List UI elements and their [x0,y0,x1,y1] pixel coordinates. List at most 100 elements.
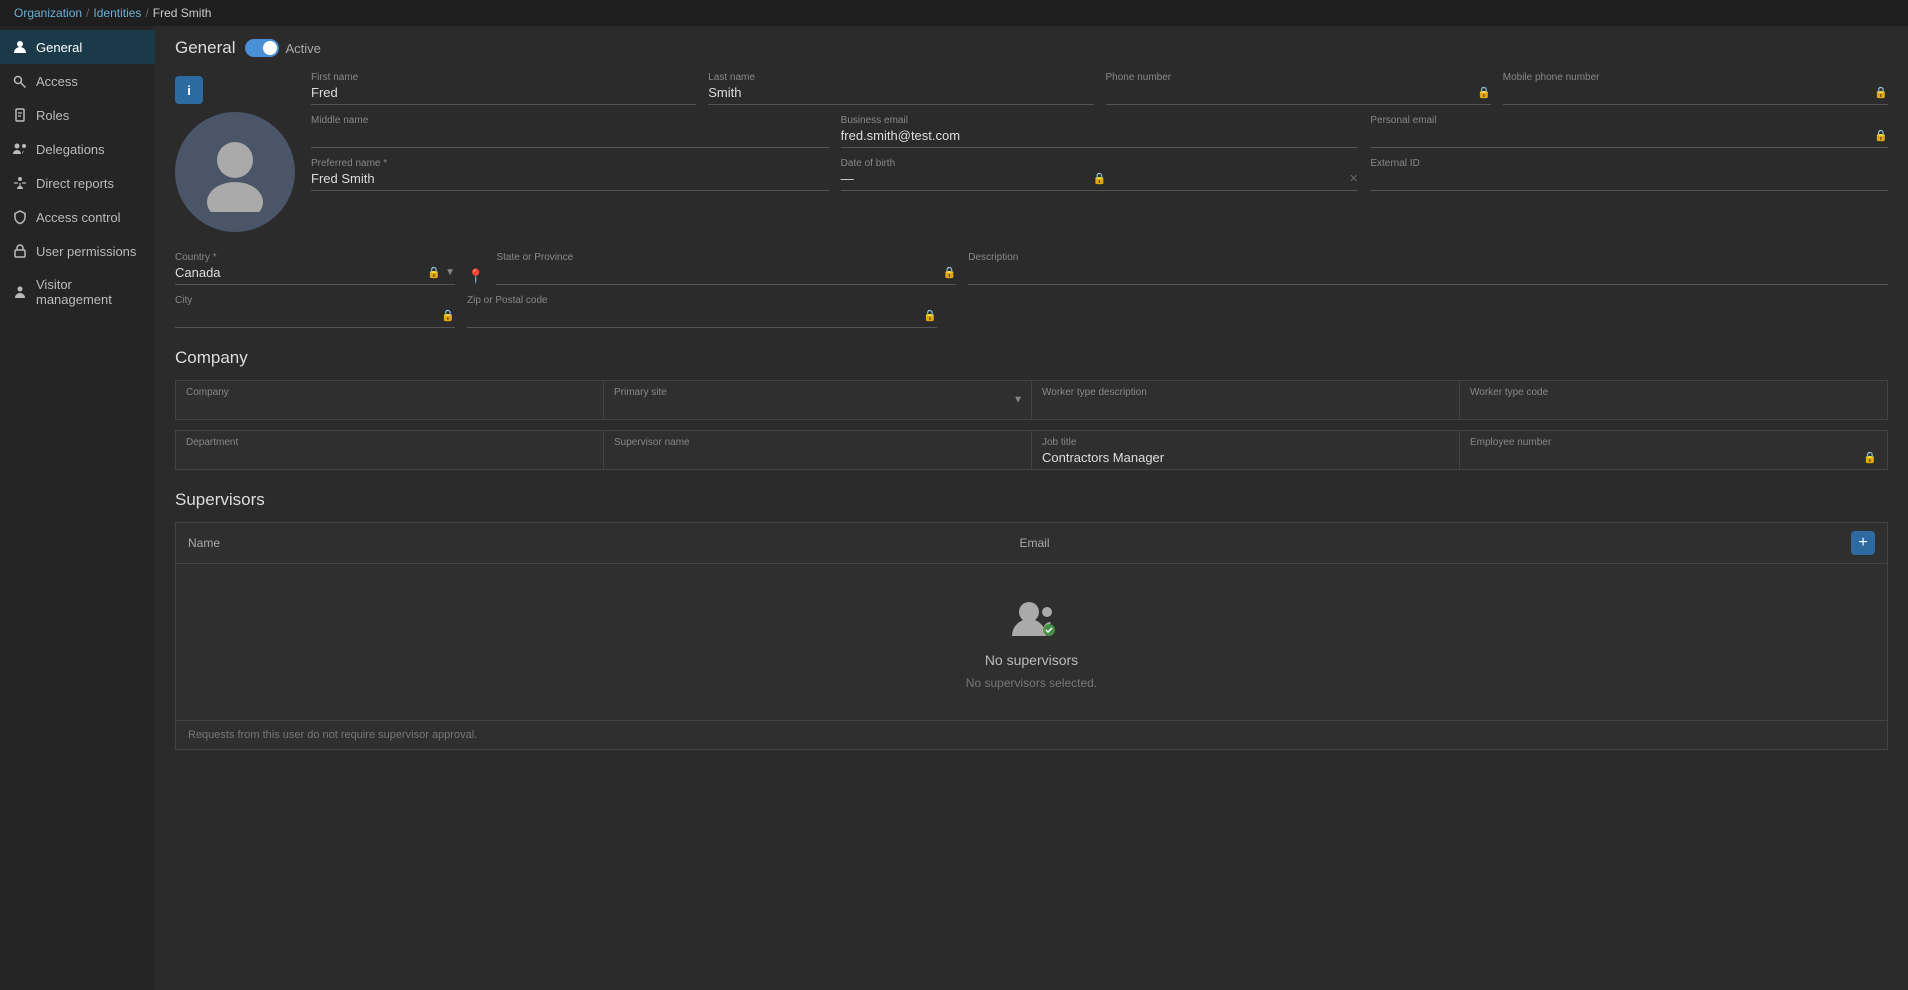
first-name-label: First name [311,72,696,83]
personal-email-input[interactable] [1370,128,1874,143]
primary-site-label: Primary site [614,387,1021,398]
info-button[interactable]: i [175,76,203,104]
company-section: Company Company Primary site ▼ Worker ty… [175,348,1888,470]
supervisors-header: Name Email + [176,523,1887,564]
supervisors-empty-state: No supervisors No supervisors selected. [176,564,1887,720]
sidebar-item-access-control[interactable]: Access control [0,200,155,234]
dob-clear-icon[interactable]: ✕ [1349,172,1358,185]
mobile-input[interactable] [1503,85,1875,100]
primary-site-input[interactable] [614,400,1021,415]
country-lock-icon: 🔒 [427,266,441,279]
general-form: i First name [175,72,1888,232]
general-title: General [175,38,235,58]
external-id-field: External ID [1370,158,1888,191]
country-label: Country * [175,252,455,263]
breadcrumb-org[interactable]: Organization [14,6,82,20]
fields-row-3: Preferred name * Date of birth — 🔒 ✕ [311,158,1888,191]
supervisors-table: Name Email + No supervisors No superviso… [175,522,1888,750]
country-value: Canada [175,265,221,280]
preferred-name-input[interactable] [311,171,829,186]
middle-name-field: Middle name [311,115,829,148]
department-field: Department [175,430,603,470]
external-id-input[interactable] [1370,171,1888,186]
description-input[interactable] [968,265,1888,280]
city-input[interactable] [175,308,441,323]
no-supervisor-icon [1007,594,1057,644]
sidebar: General Access Roles [0,26,155,990]
primary-site-field: Primary site ▼ [603,380,1031,420]
job-title-input[interactable] [1042,450,1449,465]
department-input[interactable] [186,450,593,465]
city-label: City [175,295,455,306]
reports-icon [12,175,28,191]
phone-label: Phone number [1106,72,1491,83]
supervisor-name-field: Supervisor name [603,430,1031,470]
zip-label: Zip or Postal code [467,295,937,306]
supervisors-title: Supervisors [175,490,1888,510]
worker-type-desc-field: Worker type description [1031,380,1459,420]
phone-field: Phone number 🔒 [1106,72,1491,105]
employee-number-field: Employee number 🔒 [1459,430,1888,470]
state-input[interactable] [496,265,942,280]
first-name-field: First name [311,72,696,105]
fields-row-1: First name Last name Phone number [311,72,1888,105]
country-field: Country * Canada 🔒 ▼ [175,252,455,285]
external-id-label: External ID [1370,158,1888,169]
personal-email-label: Personal email [1370,115,1888,126]
add-supervisor-button[interactable]: + [1851,531,1875,555]
worker-type-desc-input[interactable] [1042,400,1449,415]
zip-field: Zip or Postal code 🔒 [467,295,937,328]
company-name-label: Company [186,387,593,398]
avatar [175,112,295,232]
worker-type-code-input[interactable] [1470,400,1877,415]
description-field: Description [968,252,1888,285]
worker-type-code-label: Worker type code [1470,387,1877,398]
business-email-input[interactable] [841,128,1359,143]
sidebar-item-user-permissions[interactable]: User permissions [0,234,155,268]
supervisor-name-label: Supervisor name [614,437,1021,448]
business-email-label: Business email [841,115,1359,126]
supervisor-name-input[interactable] [614,450,1021,465]
sidebar-item-visitor-management[interactable]: Visitor management [0,268,155,316]
sidebar-item-direct-reports[interactable]: Direct reports [0,166,155,200]
general-section-header: General Active [175,38,1888,58]
sidebar-label-direct-reports: Direct reports [36,176,114,191]
fields-grid: First name Last name Phone number [311,72,1888,232]
breadcrumb: Organization / Identities / Fred Smith [0,0,1908,26]
preferred-name-label: Preferred name * [311,158,829,169]
sidebar-item-general[interactable]: General [0,30,155,64]
sidebar-label-access: Access [36,74,78,89]
sidebar-item-delegations[interactable]: Delegations [0,132,155,166]
breadcrumb-identities[interactable]: Identities [93,6,141,20]
primary-site-dropdown-icon[interactable]: ▼ [1013,395,1023,406]
dob-lock-icon: 🔒 [1093,172,1107,185]
zip-input[interactable] [467,308,923,323]
no-supervisors-title: No supervisors [985,652,1078,668]
shield-icon [12,209,28,225]
middle-name-input[interactable] [311,128,829,143]
company-row-2: Department Supervisor name Job title Emp… [175,430,1888,470]
sidebar-item-access[interactable]: Access [0,64,155,98]
breadcrumb-current: Fred Smith [153,6,212,20]
active-toggle[interactable] [245,39,279,57]
main-content: General Active i [155,26,1908,990]
sidebar-label-access-control: Access control [36,210,121,225]
mobile-label: Mobile phone number [1503,72,1888,83]
map-pin-icon: 📍 [467,268,484,285]
avatar-area: i [175,72,295,232]
company-name-field: Company [175,380,603,420]
active-label: Active [285,41,320,56]
sidebar-item-roles[interactable]: Roles [0,98,155,132]
dob-label: Date of birth [841,158,1359,169]
no-supervisors-sub: No supervisors selected. [966,676,1097,690]
country-dropdown-icon[interactable]: ▼ [445,267,455,278]
last-name-label: Last name [708,72,1093,83]
phone-input[interactable] [1106,85,1478,100]
company-name-input[interactable] [186,400,593,415]
first-name-input[interactable] [311,85,696,100]
zip-lock-icon: 🔒 [923,309,937,322]
employee-number-input[interactable] [1470,450,1863,465]
state-label: State or Province [496,252,956,263]
fields-row-2: Middle name Business email Personal emai… [311,115,1888,148]
last-name-input[interactable] [708,85,1093,100]
